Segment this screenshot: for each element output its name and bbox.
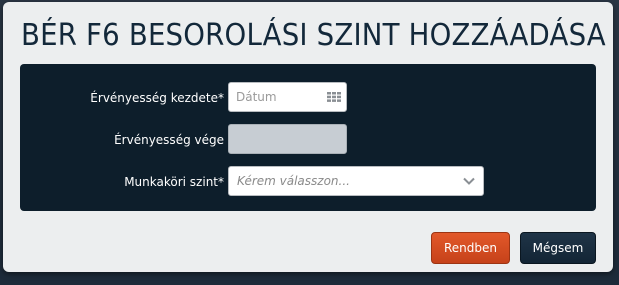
dialog-title: BÉR F6 BESOROLÁSI SZINT HOZZÁADÁSA bbox=[21, 18, 606, 53]
valid-from-row: Érvényesség kezdete* bbox=[20, 82, 596, 114]
ok-button[interactable]: Rendben bbox=[431, 232, 510, 264]
add-salary-level-dialog: BÉR F6 BESOROLÁSI SZINT HOZZÁADÁSA Érvén… bbox=[3, 2, 613, 272]
chevron-down-icon[interactable] bbox=[463, 177, 475, 185]
valid-to-label: Érvényesség vége bbox=[114, 133, 224, 147]
calendar-grid-icon[interactable] bbox=[327, 92, 341, 102]
valid-from-input[interactable] bbox=[229, 83, 326, 111]
valid-to-field-disabled bbox=[228, 124, 347, 154]
job-level-select[interactable]: Kérem válasszon... bbox=[228, 166, 484, 196]
job-level-row: Munkaköri szint* Kérem válasszon... bbox=[20, 166, 596, 198]
job-level-selected-value: Kérem válasszon... bbox=[237, 174, 350, 188]
job-level-label: Munkaköri szint* bbox=[124, 175, 224, 189]
cancel-button[interactable]: Mégsem bbox=[520, 232, 596, 264]
valid-from-date-field[interactable] bbox=[228, 82, 347, 112]
valid-from-label: Érvényesség kezdete* bbox=[90, 91, 224, 105]
form-panel: Érvényesség kezdete* Érvényesség vége bbox=[20, 64, 596, 211]
valid-to-row: Érvényesség vége bbox=[20, 124, 596, 156]
